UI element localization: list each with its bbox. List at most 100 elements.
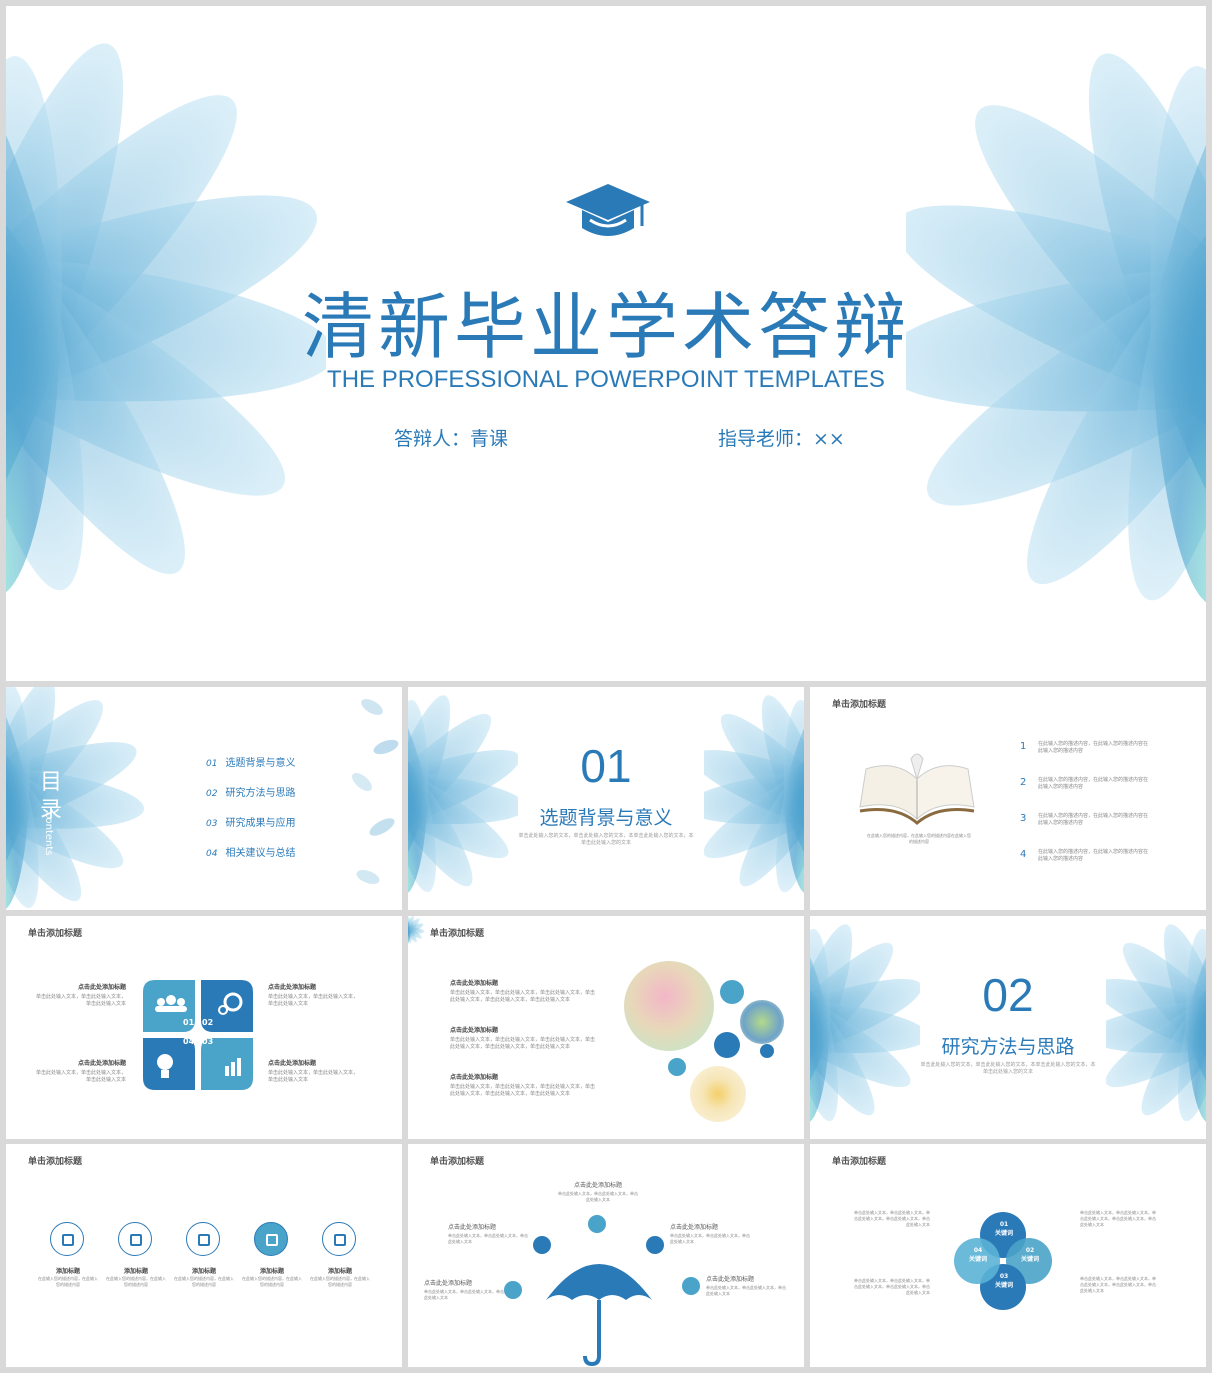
text-block-body: 单击此处输入文本，单击此处输入文本，单击此处输入文本 bbox=[35, 994, 126, 1007]
text-block-body: 单击此处输入文本，单击此处输入文本，单击此处输入文本，单击此处输入文本，单击此处… bbox=[450, 1037, 596, 1050]
keyword-label: 02 关键词 bbox=[1015, 1246, 1045, 1264]
pen-icon[interactable] bbox=[254, 1222, 288, 1256]
link-icon[interactable] bbox=[50, 1222, 84, 1256]
text-block: 点击此处添加标题 单击此处输入文本，单击此处输入文本，单击此处输入文本 bbox=[268, 982, 360, 1008]
icon-item-text: 在此输入您的描述内容，在此输入您的描述内容 bbox=[310, 1276, 370, 1287]
keyword-number: 01 bbox=[999, 1221, 1009, 1228]
text-block: 点击此处添加标题单击此处输入文本，单击此处输入文本，单击此处输入文本 bbox=[448, 1222, 528, 1245]
heart-icon bbox=[504, 1281, 522, 1299]
grid-number: 01 bbox=[183, 1018, 195, 1027]
dot-decoration bbox=[760, 1044, 774, 1058]
leaves-decoration bbox=[352, 699, 399, 884]
section-number: 01 bbox=[580, 740, 632, 792]
list-item-text: 在此输入您的描述内容，在此输入您的描述内容在此输入您的描述内容 bbox=[1038, 741, 1149, 754]
text-block-body: 单击此处输入文本，单击此处输入文本，单击此处输入文本 bbox=[268, 1070, 359, 1083]
graduation-cap-icon bbox=[566, 184, 650, 236]
toc-item[interactable]: 04 相关建议与总结 bbox=[206, 841, 295, 860]
text-block-title: 点击此处添加标题 bbox=[424, 1280, 473, 1287]
text-block-title: 点击此处添加标题 bbox=[448, 1224, 497, 1231]
keyword-description: 单击此处输入文本，单击此处输入文本，单击此处输入文本，单击此处输入文本，单击此处… bbox=[854, 1210, 930, 1227]
text-block-title: 点击此处添加标题 bbox=[670, 1224, 719, 1231]
section-01-slide[interactable]: 01 选题背景与意义 单击此处输入您的文本，单击此处输入您的文本，本单击此处输入… bbox=[408, 687, 804, 910]
text-block: 点击此处添加标题单击此处输入文本，单击此处输入文本，单击此处输入文本 bbox=[34, 982, 126, 1008]
flower-left-decoration bbox=[408, 688, 518, 906]
text-block-title: 点击此处添加标题 bbox=[268, 1060, 317, 1067]
keyword-number: 03 bbox=[999, 1273, 1009, 1280]
flower-photo-small bbox=[740, 1000, 784, 1044]
text-block-body: 单击此处输入文本，单击此处输入文本，单击此处输入文本，单击此处输入文本，单击此处… bbox=[450, 1084, 596, 1097]
text-block-body: 单击此处输入文本，单击此处输入文本，单击此处输入文本 bbox=[268, 994, 359, 1007]
text-block: 点击此处添加标题单击此处输入文本，单击此处输入文本，单击此处输入文本，单击此处输… bbox=[450, 1025, 596, 1051]
book-slide[interactable]: 单击添加标题 在此输入您的描述内容，在此输入您的描述内容在此输入您的描述内容 1… bbox=[810, 687, 1206, 910]
icon-glyph bbox=[334, 1234, 346, 1246]
icon-item-title: 添加标题 bbox=[55, 1268, 80, 1275]
toc-item[interactable]: 01 选题背景与意义 bbox=[206, 751, 295, 770]
grid-number: 02 bbox=[202, 1018, 214, 1027]
keyword-text: 关键词 bbox=[968, 1256, 987, 1263]
text-block: 点击此处添加标题 单击此处输入文本，单击此处输入文本，单击此处输入文本 bbox=[670, 1222, 750, 1245]
text-block-title: 点击此处添加标题 bbox=[77, 1060, 126, 1067]
text-block-title: 点击此处添加标题 bbox=[77, 984, 126, 991]
text-block-title: 点击此处添加标题 bbox=[450, 980, 499, 987]
presentation-icon[interactable] bbox=[322, 1222, 356, 1256]
flower-decoration bbox=[6, 687, 147, 910]
flower-corner-icon bbox=[408, 916, 425, 946]
icon-item-text: 在此输入您的描述内容，在此输入您的描述内容 bbox=[242, 1276, 302, 1287]
toc-item[interactable]: 03 研究成果与应用 bbox=[206, 811, 295, 830]
text-block-title: 点击此处添加标题 bbox=[450, 1074, 499, 1081]
keyword-description: 单击此处输入文本，单击此处输入文本，单击此处输入文本，单击此处输入文本，单击此处… bbox=[854, 1278, 930, 1295]
folder-icon[interactable] bbox=[186, 1222, 220, 1256]
slide-header: 单击添加标题 bbox=[28, 1157, 83, 1167]
flower-right-decoration bbox=[704, 688, 804, 906]
four-tile-grid bbox=[143, 980, 253, 1090]
icon-glyph bbox=[198, 1234, 210, 1246]
book-caption: 在此输入您的描述内容，在此输入您的描述内容在此输入您的描述内容 bbox=[867, 833, 971, 844]
text-block: 点击此处添加标题 单击此处输入文本，单击此处输入文本，单击此处输入文本 bbox=[34, 1058, 126, 1084]
toc-slide[interactable]: 目录 contents 01 选题背景与意义 02 研究方法与思路 03 研究成果与应用 0… bbox=[6, 687, 402, 910]
text-block: 点击此处添加标题 单击此处输入文本，单击此处输入文本，单击此处输入文本，单击此处输… bbox=[450, 978, 596, 1004]
icon-item-text: 在此输入您的描述内容，在此输入您的描述内容 bbox=[38, 1276, 98, 1287]
refresh-icon bbox=[682, 1277, 700, 1295]
text-block-title: 点击此处添加标题 bbox=[450, 1027, 499, 1034]
phone-icon bbox=[533, 1236, 551, 1254]
keyword-slide[interactable]: 单击添加标题 01 关键词 02 关键词 03 关键词 04 关键词 单击此处输入文本，单击此… bbox=[810, 1144, 1206, 1367]
dot-decoration bbox=[714, 1032, 740, 1058]
icon-item-title: 添加标题 bbox=[123, 1268, 148, 1275]
text-block-body: 单击此处输入文本，单击此处输入文本，单击此处输入文本 bbox=[558, 1191, 638, 1202]
dot-decoration bbox=[668, 1058, 686, 1076]
toc-item-label: 研究成果与应用 bbox=[225, 818, 296, 829]
open-book-image bbox=[859, 753, 975, 825]
icon-glyph bbox=[266, 1234, 278, 1246]
text-block: 点击此处添加标题单击此处输入文本，单击此处输入文本，单击此处输入文本 bbox=[268, 1058, 360, 1084]
hero-subtitle: THE PROFESSIONAL POWERPOINT TEMPLATES bbox=[327, 366, 885, 393]
keyword-number: 04 bbox=[973, 1247, 983, 1254]
list-item-text: 在此输入您的描述内容，在此输入您的描述内容在此输入您的描述内容 bbox=[1038, 849, 1149, 862]
toc-item-label: 选题背景与意义 bbox=[225, 758, 296, 769]
slide-header: 单击添加标题 bbox=[430, 1157, 485, 1167]
toc-item[interactable]: 02 研究方法与思路 bbox=[206, 781, 295, 800]
keyword-label: 04 关键词 bbox=[963, 1246, 993, 1264]
laptop-icon[interactable] bbox=[118, 1222, 152, 1256]
keyword-number: 02 bbox=[1025, 1247, 1035, 1254]
grid-slide[interactable]: 单击添加标题 01 02 04 03 点击此处添加标题 单击此处输入文本，单击此处输入文… bbox=[6, 916, 402, 1139]
list-item-number: 3 bbox=[1020, 813, 1027, 824]
text-block: 点击此处添加标题 单击此处输入文本，单击此处输入文本，单击此处输入文本 bbox=[558, 1180, 638, 1203]
keyword-text: 关键词 bbox=[994, 1282, 1013, 1289]
slide-header: 单击添加标题 bbox=[832, 700, 887, 710]
grid-number: 04 bbox=[183, 1037, 195, 1046]
list-item-text: 在此输入您的描述内容，在此输入您的描述内容在此输入您的描述内容 bbox=[1038, 813, 1149, 826]
advisor-label: 指导老师：×× bbox=[718, 428, 845, 450]
icon-item-text: 在此输入您的描述内容，在此输入您的描述内容 bbox=[106, 1276, 166, 1287]
toc-item-number: 04 bbox=[206, 849, 218, 859]
text-block-body: 单击此处输入文本，单击此处输入文本，单击此处输入文本 bbox=[448, 1233, 528, 1244]
umbrella-slide[interactable]: 单击添加标题 点击此处添加标题单击此处输入文本，单击此处输入文本，单击此处输入文… bbox=[408, 1144, 804, 1367]
toc-item-number: 03 bbox=[206, 819, 218, 829]
slide-header: 单击添加标题 bbox=[832, 1157, 887, 1167]
hero-title: 清新毕业学术答辩 bbox=[301, 285, 910, 369]
photo-slide[interactable]: 单击添加标题 点击此处添加标题 单击此处输入文本，单击此处输入文本，单击此处输入文… bbox=[408, 916, 804, 1139]
title-slide[interactable]: 清新毕业学术答辩 THE PROFESSIONAL POWERPOINT TEM… bbox=[6, 6, 1206, 681]
section-02-slide[interactable]: 02 研究方法与思路 单击此处输入您的文本，单击此处输入您的文本，本单击此处输入… bbox=[810, 916, 1206, 1139]
icons-slide[interactable]: 单击添加标题 添加标题 在此输入您的描述内容，在此输入您的描述内容 添加标题 在此输入… bbox=[6, 1144, 402, 1367]
flower-photo-bottom bbox=[690, 1066, 746, 1122]
text-block-body: 单击此处输入文本，单击此处输入文本，单击此处输入文本 bbox=[424, 1289, 504, 1300]
